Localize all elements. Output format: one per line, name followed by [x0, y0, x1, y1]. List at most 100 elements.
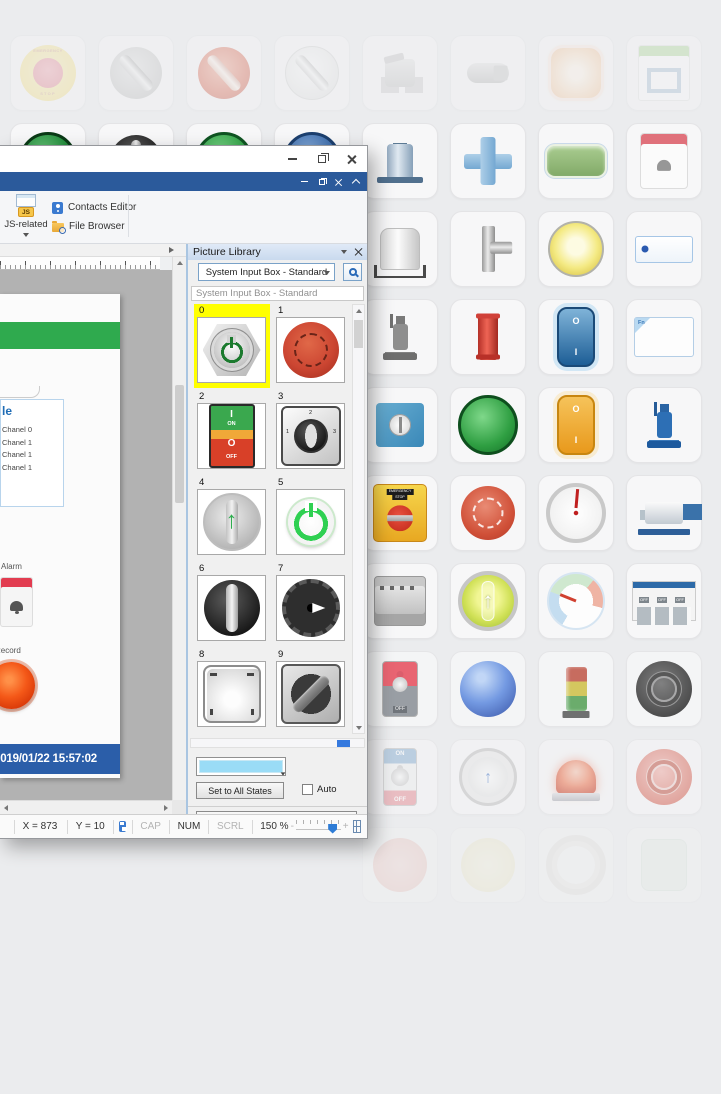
record-button-widget[interactable] [0, 662, 35, 709]
picture-item-7[interactable]: 7 [273, 562, 349, 646]
tile-display-green[interactable] [538, 123, 614, 199]
tile-lamp-square-orange[interactable] [538, 35, 614, 111]
tile-input-box[interactable] [626, 211, 702, 287]
hmi-page[interactable]: le Chanel 0 Chanel 1 Chanel 1 Chanel 1 A… [0, 294, 120, 778]
status-scroll-lock[interactable]: SCRL [209, 821, 252, 832]
tile-water-tank[interactable] [362, 211, 438, 287]
panel-menu-icon[interactable] [341, 250, 347, 254]
tile-gauge-plain[interactable] [538, 475, 614, 551]
tile-estop-arrows[interactable] [450, 475, 526, 551]
tile-monitor-panel[interactable] [626, 35, 702, 111]
list-vertical-scrollbar[interactable] [352, 304, 365, 734]
picture-item-1[interactable]: 1 [273, 304, 349, 388]
status-num-lock[interactable]: NUM [170, 821, 209, 832]
tile-label: OFF [639, 597, 649, 603]
window-close-button[interactable] [337, 146, 367, 172]
window-minimize-button[interactable] [277, 146, 307, 172]
tile-breaker-3pole[interactable]: OFFOFFOFF [626, 563, 702, 639]
status-caps-lock[interactable]: CAP [132, 821, 169, 832]
save-icon[interactable] [119, 821, 125, 832]
picture-item-4[interactable]: 4↑ [194, 476, 270, 560]
minimize-icon [288, 158, 297, 160]
tile-submersible-pump[interactable] [362, 123, 438, 199]
tile-breaker-block[interactable] [362, 563, 438, 639]
list-horizontal-scrollbar[interactable] [190, 738, 365, 748]
picture-item-0[interactable]: 0 [194, 304, 270, 388]
tile-estop-round[interactable]: EMERGENCYSTOP [10, 35, 86, 111]
tile-knob-gray[interactable] [98, 35, 174, 111]
tile-rocker-round-green[interactable] [450, 387, 526, 463]
tile-rotary-dip[interactable] [362, 387, 438, 463]
ribbon-item-file-browser[interactable]: File Browser [52, 217, 136, 236]
tile-sounder-dark[interactable] [626, 651, 702, 727]
tile-knob-arrow-silver[interactable]: ↑ [450, 739, 526, 815]
tile-vacuum-pump[interactable] [362, 35, 438, 111]
tile-lamp-round-yellow[interactable] [538, 211, 614, 287]
canvas-horizontal-scrollbar[interactable] [0, 800, 172, 814]
picture-item-6[interactable]: 6 [194, 562, 270, 646]
auto-checkbox[interactable] [302, 784, 313, 795]
scrollbar-thumb[interactable] [337, 740, 350, 747]
tile-safety-valve-blue[interactable] [626, 387, 702, 463]
ribbon-collapse-button[interactable] [348, 174, 363, 189]
tile-knob-silver[interactable] [274, 35, 350, 111]
tile-ghost-yellow[interactable] [450, 827, 526, 903]
doc-close-button[interactable] [331, 174, 346, 189]
tile-safety-valve-gray[interactable] [362, 299, 438, 375]
alarm-widget[interactable] [0, 577, 33, 627]
zoom-out-button[interactable]: - [291, 821, 294, 832]
picture-item-8[interactable]: 8 [194, 648, 270, 732]
doc-restore-button[interactable] [314, 174, 329, 189]
timestamp-bar[interactable]: 2019/01/22 15:57:02 [0, 744, 120, 774]
picture-item-9[interactable]: 9 [273, 648, 349, 732]
tile-label: EMERGENCY [387, 489, 414, 495]
tile-ghost-green[interactable] [626, 827, 702, 903]
tile-pipe-tee[interactable] [450, 211, 526, 287]
scrollbar-thumb[interactable] [175, 385, 184, 503]
tile-dome-blue[interactable] [450, 651, 526, 727]
zoom-in-button[interactable]: + [343, 821, 349, 832]
tile-motor-pump[interactable] [450, 35, 526, 111]
doc-minimize-button[interactable] [297, 174, 312, 189]
rotary-dip-icon [363, 388, 437, 462]
ribbon-item-contacts-editor[interactable]: Contacts Editor [52, 198, 136, 217]
tile-toggle-onoff[interactable]: ONOFF [362, 739, 438, 815]
ribbon-group-js-related[interactable]: JS JS-related [4, 194, 48, 237]
fit-view-icon[interactable] [353, 820, 361, 833]
tile-sounder-red[interactable] [626, 739, 702, 815]
tile-stack-light[interactable] [538, 651, 614, 727]
tile-estop-station[interactable]: EMERGENCYSTOP [362, 475, 438, 551]
design-canvas[interactable]: le Chanel 0 Chanel 1 Chanel 1 Chanel 1 A… [0, 270, 172, 800]
window-restore-button[interactable] [307, 146, 337, 172]
tile-rocker-orange[interactable]: OI [538, 387, 614, 463]
tile-rocker-blue[interactable]: OI [538, 299, 614, 375]
channel-list-widget[interactable]: le Chanel 0 Chanel 1 Chanel 1 Chanel 1 [0, 399, 64, 507]
green-bar-widget[interactable] [0, 322, 120, 349]
tile-fn-panel[interactable]: Fn [626, 299, 702, 375]
picture-item-2[interactable]: 2IONOOFF [194, 390, 270, 474]
slider-thumb[interactable] [328, 824, 337, 834]
set-to-all-states-button[interactable]: Set to All States [196, 782, 284, 799]
panel-close-icon[interactable] [354, 248, 362, 256]
search-button[interactable] [343, 263, 362, 281]
picture-item-5[interactable]: 5 [273, 476, 349, 560]
tile-pipe-cross[interactable] [450, 123, 526, 199]
tile-ghost-red[interactable] [362, 827, 438, 903]
tile-pipe-red[interactable] [450, 299, 526, 375]
ribbon: JS JS-related Contacts Editor File Brows… [0, 191, 367, 244]
zoom-slider[interactable] [296, 819, 341, 835]
picture-set-dropdown[interactable]: System Input Box - Standard [198, 263, 335, 281]
background-color-dropdown[interactable] [196, 757, 286, 776]
canvas-vertical-scrollbar[interactable] [172, 257, 186, 800]
scrollbar-thumb[interactable] [354, 320, 363, 348]
tile-knob-red[interactable] [186, 35, 262, 111]
tile-gauge-colored[interactable] [538, 563, 614, 639]
tile-pump-horizontal[interactable] [626, 475, 702, 551]
tile-alarm-bell-card[interactable] [626, 123, 702, 199]
tile-toggle-red[interactable]: OFF [362, 651, 438, 727]
pane-expand-icon[interactable] [169, 247, 174, 253]
picture-item-3[interactable]: 3123 [273, 390, 349, 474]
tile-ghost-ring[interactable] [538, 827, 614, 903]
tile-selector-illuminated[interactable]: ↑ [450, 563, 526, 639]
tile-beacon-red[interactable] [538, 739, 614, 815]
